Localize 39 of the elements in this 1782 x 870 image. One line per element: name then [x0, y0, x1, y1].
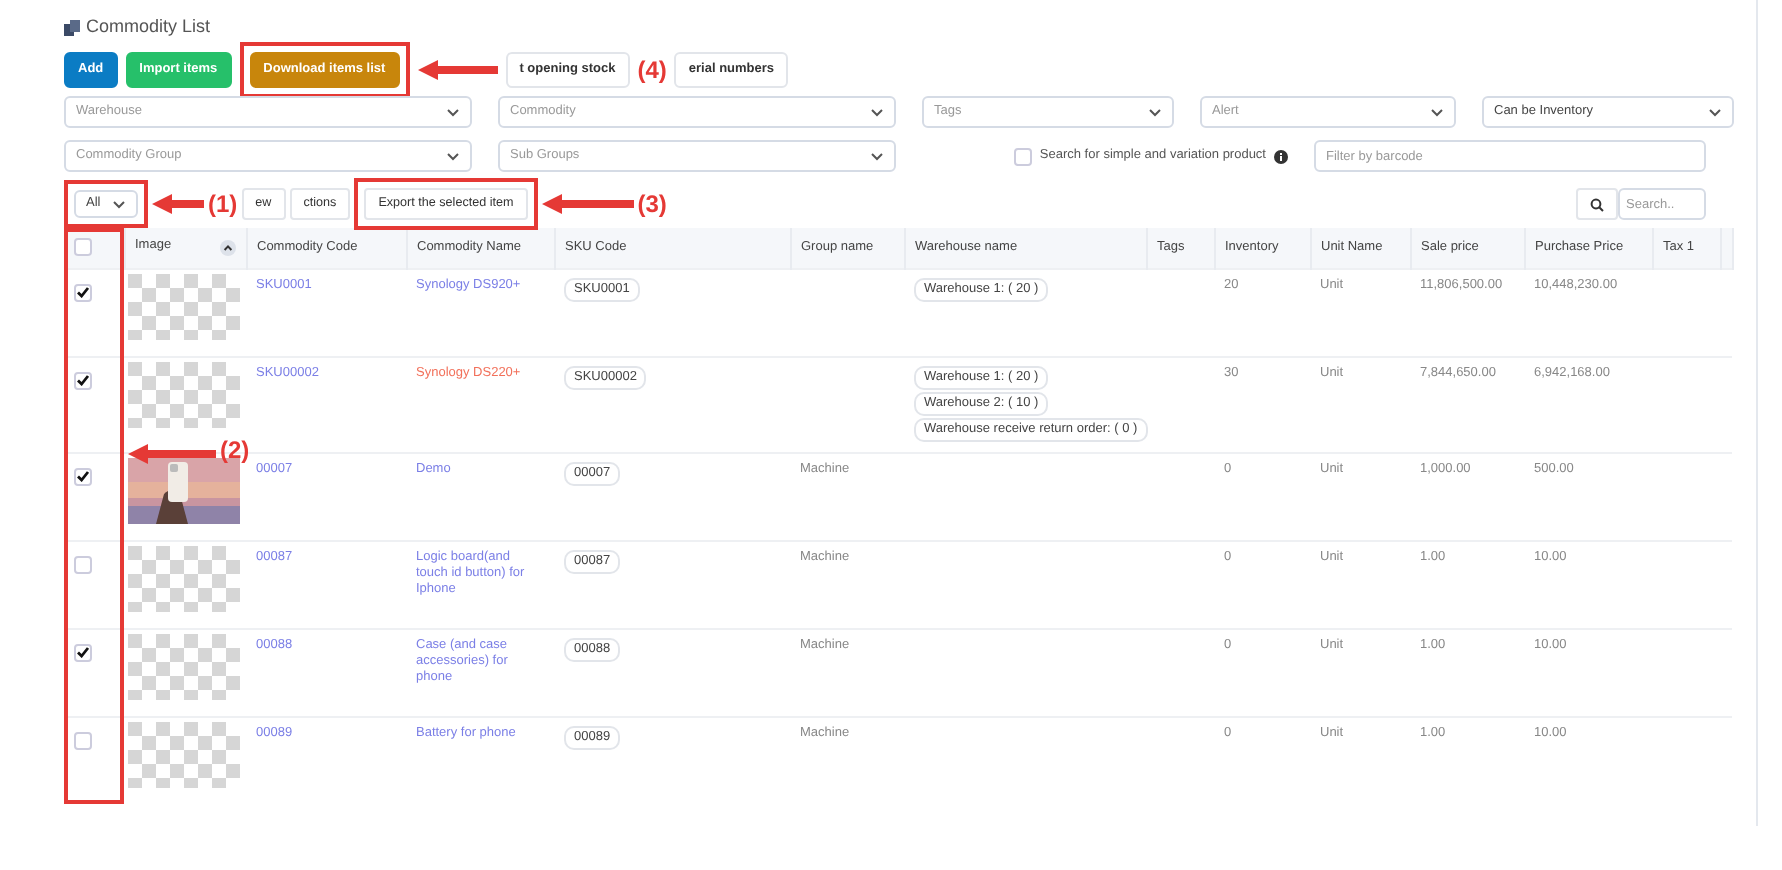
search-button[interactable] [1576, 188, 1618, 221]
arrow-icon [152, 194, 204, 215]
stack-icon [64, 19, 80, 36]
checkbox[interactable] [74, 731, 92, 750]
checkbox[interactable] [1013, 147, 1032, 166]
check-icon [76, 374, 90, 387]
checkbox[interactable] [74, 371, 92, 390]
checkbox[interactable] [74, 283, 92, 302]
check-icon [76, 470, 90, 483]
page-title: Commodity List [86, 16, 211, 39]
arrow-icon [417, 60, 498, 81]
check-icon [76, 286, 90, 299]
info-icon [1274, 149, 1288, 164]
arrow-icon [541, 194, 634, 215]
check-icon [76, 646, 90, 659]
placeholder-image [128, 721, 242, 788]
checkbox[interactable] [74, 643, 92, 662]
placeholder-image [128, 273, 242, 340]
chevron-down-icon [870, 151, 884, 162]
sort-icon[interactable] [219, 240, 235, 257]
checkbox[interactable] [74, 238, 92, 257]
placeholder-image [128, 361, 242, 428]
annotation-label: (4) [637, 58, 667, 83]
checkbox[interactable] [74, 555, 92, 574]
chevron-down-icon [1708, 107, 1722, 118]
chevron-down-icon [112, 199, 126, 210]
chevron-down-icon [1148, 107, 1162, 118]
annotation-label: (3) [637, 192, 667, 217]
annotation-label: (2) [220, 438, 250, 463]
chevron-down-icon [446, 151, 460, 162]
search-icon [1590, 197, 1604, 212]
chevron-down-icon [1430, 107, 1444, 118]
arrow-icon [128, 444, 216, 465]
placeholder-image [128, 545, 242, 612]
chevron-down-icon [446, 107, 460, 118]
checkbox[interactable] [74, 467, 92, 486]
annotation-label: (1) [208, 192, 238, 217]
placeholder-image [128, 633, 242, 700]
chevron-down-icon [870, 107, 884, 118]
